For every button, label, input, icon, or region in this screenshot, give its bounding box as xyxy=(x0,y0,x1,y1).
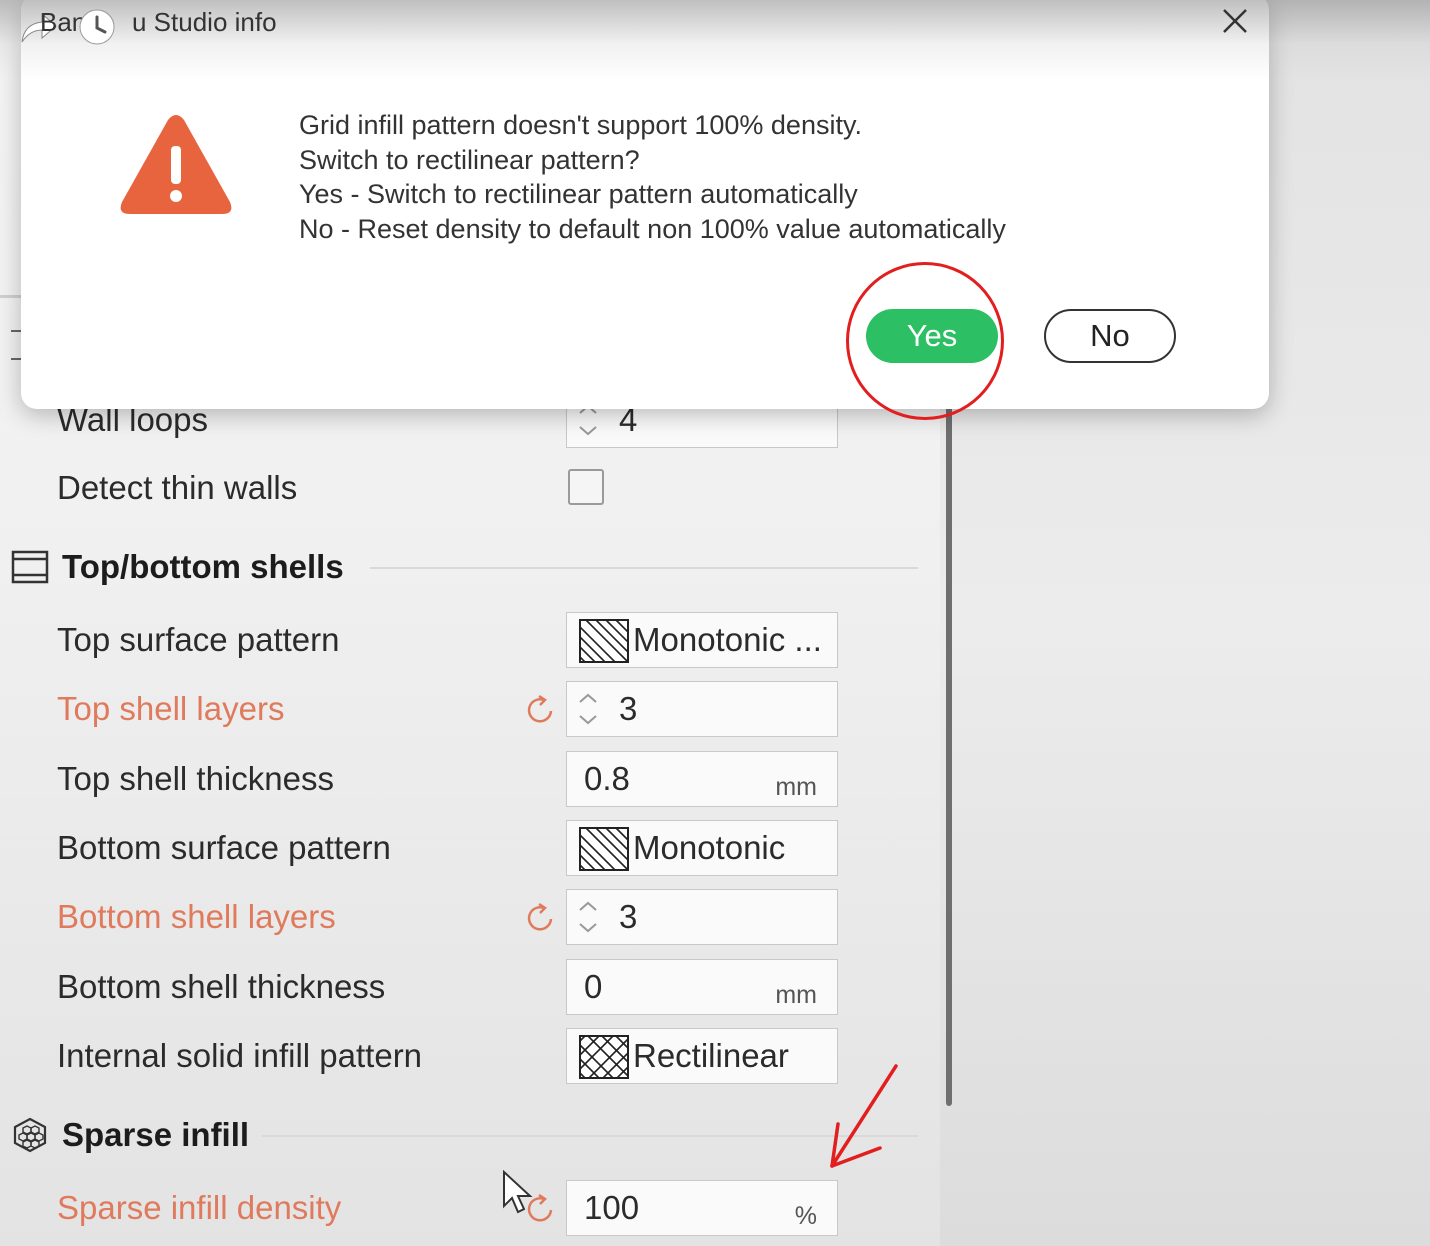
top-shell-layers-field[interactable]: 3 xyxy=(566,681,838,737)
message-line: Switch to rectilinear pattern? xyxy=(299,144,640,175)
info-dialog: Grid infill pattern doesn't support 100%… xyxy=(21,0,1269,409)
internal-solid-infill-pattern-value: Rectilinear xyxy=(633,1037,789,1074)
top-shell-thickness-label: Top shell thickness xyxy=(57,760,334,797)
honeycomb-icon xyxy=(13,1117,47,1153)
detect-thin-walls-label: Detect thin walls xyxy=(57,469,298,506)
annotation-arrow-icon xyxy=(830,1064,898,1168)
monotonic-pattern-icon xyxy=(579,619,629,663)
bottom-surface-pattern-select[interactable]: Monotonic xyxy=(566,820,838,876)
dialog-title: u Studio info xyxy=(132,7,277,37)
setting-row-detect-thin-walls: Detect thin walls xyxy=(0,460,940,516)
rectilinear-pattern-icon xyxy=(579,1035,629,1079)
top-surface-pattern-select[interactable]: Monotonic ... xyxy=(566,612,838,668)
detect-thin-walls-checkbox[interactable] xyxy=(568,469,604,505)
top-shell-layers-value: 3 xyxy=(619,690,638,727)
warning-icon xyxy=(120,115,232,214)
bottom-surface-pattern-label: Bottom surface pattern xyxy=(57,829,391,866)
sparse-infill-density-label: Sparse infill density xyxy=(57,1189,342,1226)
bottom-shell-thickness-field[interactable]: 0 mm xyxy=(566,959,838,1015)
spin-arrows-icon[interactable] xyxy=(577,688,599,730)
bottom-surface-pattern-value: Monotonic xyxy=(633,829,786,866)
section-title: Top/bottom shells xyxy=(62,548,344,585)
settings-scrollbar[interactable] xyxy=(946,400,952,1106)
clock-icon[interactable] xyxy=(78,8,116,46)
unit-label: % xyxy=(794,1202,817,1230)
bottom-shell-layers-value: 3 xyxy=(619,898,638,935)
setting-row-bottom-surface-pattern: Bottom surface pattern Monotonic xyxy=(0,820,940,876)
section-top-bottom-shells: Top/bottom shells xyxy=(0,539,940,595)
section-title: Sparse infill xyxy=(62,1116,250,1153)
setting-row-top-shell-thickness: Top shell thickness 0.8 mm xyxy=(0,751,940,807)
section-sparse-infill: Sparse infill xyxy=(0,1107,940,1163)
section-divider xyxy=(370,567,918,569)
unit-label: mm xyxy=(775,773,817,801)
shells-section-icon xyxy=(11,550,49,584)
annotation-circle xyxy=(846,262,1004,420)
top-surface-pattern-label: Top surface pattern xyxy=(57,621,340,658)
top-surface-pattern-value: Monotonic ... xyxy=(633,621,822,658)
top-shell-thickness-field[interactable]: 0.8 mm xyxy=(566,751,838,807)
setting-row-internal-solid-infill-pattern: Internal solid infill pattern Rectilinea… xyxy=(0,1028,940,1084)
setting-row-sparse-infill-density: Sparse infill density 100 % xyxy=(0,1180,940,1236)
setting-row-bottom-shell-thickness: Bottom shell thickness 0 mm xyxy=(0,959,940,1015)
dialog-message: Grid infill pattern doesn't support 100%… xyxy=(299,108,1006,246)
sparse-infill-density-field[interactable]: 100 % xyxy=(566,1180,838,1236)
top-shell-thickness-value: 0.8 xyxy=(584,760,630,797)
bottom-shell-thickness-value: 0 xyxy=(584,968,603,1005)
setting-row-bottom-shell-layers: Bottom shell layers 3 xyxy=(0,889,940,945)
bottom-shell-layers-label: Bottom shell layers xyxy=(57,898,336,935)
reset-icon[interactable] xyxy=(524,901,558,935)
message-line: Grid infill pattern doesn't support 100%… xyxy=(299,110,862,140)
bottom-shell-layers-field[interactable]: 3 xyxy=(566,889,838,945)
monotonic-pattern-icon xyxy=(579,827,629,871)
close-icon[interactable] xyxy=(1220,6,1250,36)
mouse-cursor-icon xyxy=(503,1170,533,1214)
bottom-shell-thickness-label: Bottom shell thickness xyxy=(57,968,386,1005)
top-shell-layers-label: Top shell layers xyxy=(57,690,285,727)
setting-row-top-surface-pattern: Top surface pattern Monotonic ... xyxy=(0,612,940,668)
setting-row-top-shell-layers: Top shell layers 3 xyxy=(0,681,940,737)
unit-label: mm xyxy=(775,981,817,1009)
message-line: Yes - Switch to rectilinear pattern auto… xyxy=(299,179,858,209)
message-line: No - Reset density to default non 100% v… xyxy=(299,213,1006,244)
spin-arrows-icon[interactable] xyxy=(577,896,599,938)
no-button[interactable]: No xyxy=(1044,309,1176,363)
internal-solid-infill-pattern-label: Internal solid infill pattern xyxy=(57,1037,423,1074)
sparse-infill-density-value: 100 xyxy=(584,1189,640,1226)
reset-icon[interactable] xyxy=(524,693,558,727)
internal-solid-infill-pattern-select[interactable]: Rectilinear xyxy=(566,1028,838,1084)
